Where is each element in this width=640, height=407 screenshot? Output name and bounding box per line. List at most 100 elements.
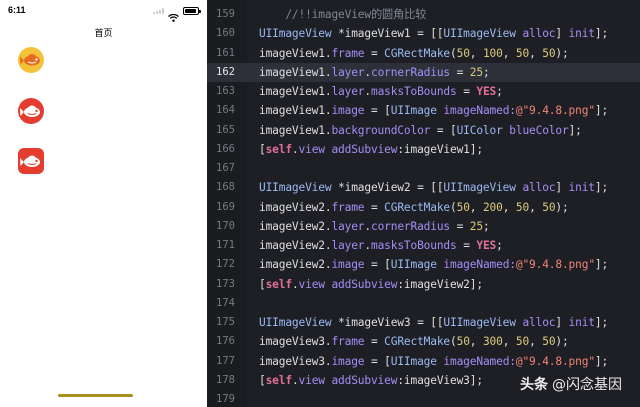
code-token: ; [496,85,503,98]
code-token: 50 [456,200,470,214]
code-token: UIImageView [259,27,332,41]
code-token: , [502,200,516,214]
code-token: UIImage [390,104,437,118]
code-token: cornerRadius [370,219,451,233]
code-token: masksToBounds [370,239,457,252]
code-token: 100 [482,46,503,60]
code-token: . [291,373,299,387]
code-token: self [265,142,292,156]
code-line[interactable]: 171 imageView2.layer.masksToBounds = YES; [207,236,640,255]
code-text: UIImageView *imageView2 = [[UIImageView … [259,178,608,197]
code-token: 50 [456,335,470,349]
code-line[interactable]: 167 [207,159,640,178]
code-token: imageNamed: [436,258,516,272]
ios-simulator-screen: 6:11 首页 [0,0,207,407]
code-text: imageView1.backgroundColor = [UIColor bl… [259,121,582,140]
code-token: alloc [515,316,556,329]
code-line[interactable]: 169 imageView2.frame = CGRectMake(50, 200… [207,198,640,217]
code-token: imageView3. [259,335,332,349]
code-line[interactable]: 164 imageView1.image = [UIImage imageName… [207,101,640,120]
code-token: backgroundColor [331,123,431,137]
line-number: 170 [216,219,235,232]
code-line[interactable]: 166 [self.view addSubview:imageView1]; [207,140,640,159]
line-number: 178 [216,373,235,386]
status-bar: 6:11 [0,0,207,22]
code-token: , [469,335,483,349]
code-token: self [265,277,292,291]
code-token: ]; [594,104,609,118]
code-token: imageView1. [259,46,332,60]
code-line[interactable]: 176 imageView3.frame = CGRectMake(50, 300… [207,332,640,351]
fish-logo-icon [18,98,44,124]
code-token: image [331,104,365,118]
code-token: 50 [515,335,530,349]
code-token: imageView1. [259,104,332,118]
code-token: blueColor [502,123,569,137]
line-number: 171 [216,239,235,251]
line-number: 161 [216,46,235,59]
line-number: 160 [216,27,235,40]
code-token: ]; [594,258,609,272]
code-token: , [469,46,483,60]
code-token: imageView3. [259,354,332,368]
code-token: self [265,373,292,387]
code-token: , [469,200,483,214]
code-text: imageView2.layer.masksToBounds = YES; [259,236,503,255]
code-line[interactable]: 165 imageView1.backgroundColor = [UIColor… [207,121,640,140]
code-token: 25 [469,65,483,79]
wifi-icon [168,7,179,22]
code-token: frame [331,335,365,349]
code-line[interactable]: 161 imageView1.frame = CGRectMake(50, 100… [207,44,640,63]
code-token: ] [555,181,569,195]
code-line[interactable]: 162 imageView1.layer.cornerRadius = 25; [207,62,640,82]
code-line[interactable]: 173 [self.view addSubview:imageView2]; [207,275,640,294]
code-token: :imageView1]; [397,142,483,156]
code-line[interactable]: 163 imageView1.layer.masksToBounds = YES; [207,82,640,101]
fish-logo-icon [18,148,44,174]
battery-icon [183,7,201,15]
code-text: UIImageView *imageView3 = [[UIImageView … [259,313,608,332]
line-number: 169 [216,200,235,213]
code-text: [self.view addSubview:imageView2]; [259,275,483,294]
code-token: imageView1. [259,85,332,98]
code-token: :imageView3]; [397,373,483,387]
code-token: , [529,200,543,214]
code-token: = [456,85,477,98]
code-token: init [568,316,595,329]
code-token: :imageView2]; [397,277,483,291]
code-token: , [529,335,543,349]
code-token: imageView2. [259,258,332,272]
code-token: = [450,65,470,79]
home-indicator[interactable] [58,394,133,397]
code-editor[interactable]: 159 //!!imageView的圆角比较 160 UIImageView *im… [207,0,640,407]
code-token: view [298,373,325,387]
code-token: . [291,142,299,156]
code-line[interactable]: 160 UIImageView *imageView1 = [[UIImageVi… [207,24,640,43]
code-line[interactable]: 159 //!!imageView的圆角比较 [207,5,640,24]
code-text: imageView1.frame = CGRectMake(50, 100, 5… [259,44,569,63]
code-token: = [364,200,385,214]
code-line[interactable]: 168 UIImageView *imageView2 = [[UIImageVi… [207,178,640,197]
code-line[interactable]: 175 UIImageView *imageView3 = [[UIImageVi… [207,313,640,332]
code-line[interactable]: 172 imageView2.image = [UIImage imageName… [207,255,640,274]
code-token: , [502,335,516,349]
code-token: frame [331,46,365,60]
code-token: init [568,27,595,41]
code-line[interactable]: 170 imageView2.layer.cornerRadius = 25; [207,217,640,236]
watermark-logo: 头条 [520,377,548,393]
code-token: layer [331,239,365,252]
code-line[interactable]: 174 [207,294,640,313]
code-token: *imageView3 = [[ [331,316,444,329]
code-token: UIImageView [443,27,516,41]
code-line[interactable]: 177 imageView3.image = [UIImage imageName… [207,352,640,371]
code-token: = [ [364,104,391,118]
code-token: 300 [482,335,503,349]
watermark: 头条 @闪念基因 [520,374,622,394]
code-token: alloc [515,181,556,195]
code-token: [ [259,277,266,291]
code-token: *imageView1 = [[ [331,27,444,41]
code-text: imageView1.layer.masksToBounds = YES; [259,82,503,101]
line-number: 168 [216,181,235,194]
code-token: 50 [542,46,556,60]
code-token: [ [259,142,266,156]
